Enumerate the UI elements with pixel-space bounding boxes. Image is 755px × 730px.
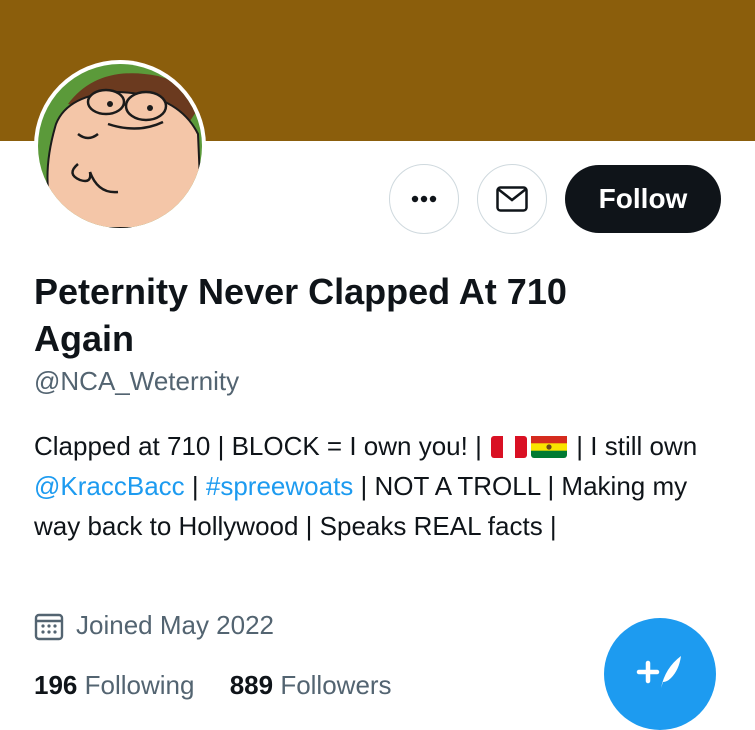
bio-mention-link[interactable]: @KraccBacc: [34, 471, 185, 501]
envelope-icon: [496, 186, 528, 212]
join-date: Joined May 2022: [34, 610, 274, 641]
profile-display-name: Peternity Never Clapped At 710 Again: [34, 271, 567, 359]
message-button[interactable]: [477, 164, 547, 234]
compose-tweet-button[interactable]: [604, 618, 716, 730]
follow-stats: 196 Following 889 Followers: [34, 670, 392, 701]
followers-label: Followers: [280, 670, 392, 700]
following-link[interactable]: 196 Following: [34, 670, 194, 700]
more-horizontal-icon: [411, 195, 437, 203]
bolivia-flag-icon: [531, 436, 568, 458]
bio-hashtag-link[interactable]: #spreewoats: [206, 471, 353, 501]
bio-text: | I still own: [576, 431, 698, 461]
calendar-icon: [34, 611, 64, 641]
followers-count: 889: [229, 670, 274, 700]
following-label: Following: [84, 670, 195, 700]
peru-flag-icon: [491, 436, 528, 458]
profile-bio: Clapped at 710 | BLOCK = I own you! | | …: [34, 426, 724, 546]
profile-handle: @NCA_Weternity: [34, 366, 240, 396]
bio-separator: |: [191, 471, 199, 501]
join-date-text: Joined May 2022: [76, 610, 275, 640]
followers-link[interactable]: 889 Followers: [230, 670, 392, 700]
profile-avatar[interactable]: [34, 60, 206, 232]
follow-button[interactable]: Follow: [565, 165, 721, 233]
bio-text: Clapped at 710 | BLOCK = I own you! |: [34, 431, 482, 461]
compose-tweet-icon: [636, 656, 681, 688]
following-count: 196: [34, 670, 78, 700]
more-options-button[interactable]: [389, 164, 459, 234]
avatar-image: [38, 64, 202, 228]
